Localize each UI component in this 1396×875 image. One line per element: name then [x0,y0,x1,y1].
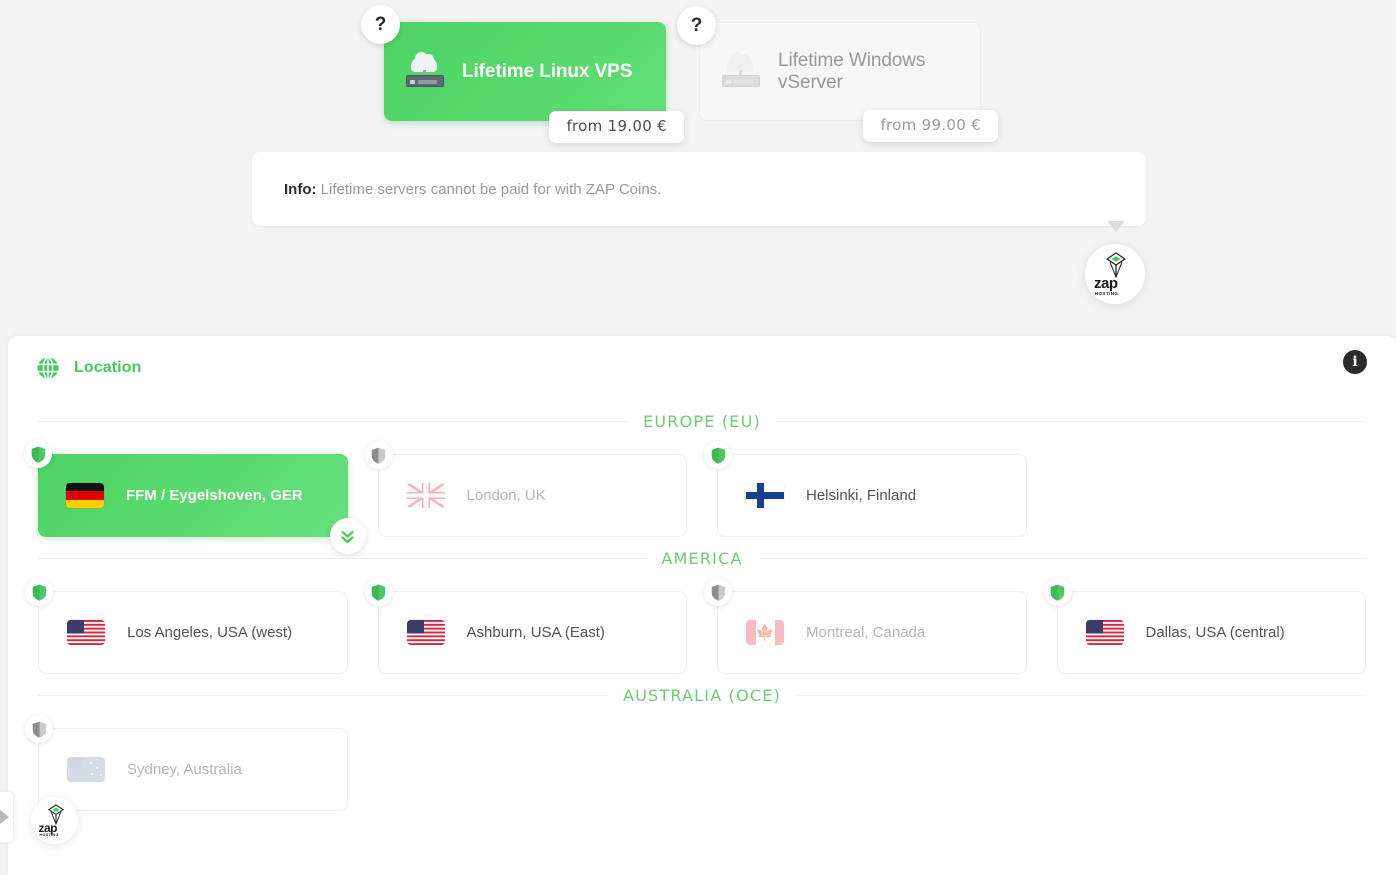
shield-icon [704,441,732,469]
help-icon[interactable]: ? [361,5,400,44]
region-label: EUROPE (EU) [643,411,761,431]
location-name: Sydney, Australia [127,761,242,778]
flag-icon-australia [67,757,105,782]
flag-icon-united-kingdom [406,483,445,508]
product-selection-section: ? Lifetime Linux VPS from 19.00 € ? Life… [0,0,1396,336]
cloud-server-icon [406,51,444,87]
flag-icon-finland [746,483,784,508]
location-panel: Location i EUROPE (EU) FFM / Eygelshoven… [8,336,1396,875]
globe-icon [37,356,59,380]
page-title: Location [74,359,142,376]
zap-subwordmark: HOSTING [1095,290,1119,296]
location-card-montreal-canada[interactable]: 🍁 Montreal, Canada [704,578,1027,674]
location-name: FFM / Eygelshoven, GER [126,487,303,504]
shield-icon [25,578,53,606]
info-banner-pointer-icon [1107,221,1125,232]
flag-icon-united-states [1085,620,1124,645]
info-circle-icon[interactable]: i [1343,350,1367,374]
region-label: AUSTRALIA (OCE) [622,685,782,705]
region-america: AMERICA Los Angeles, USA (west) Ashburn,… [8,537,1396,674]
flag-icon-united-states [67,620,105,645]
location-name: Ashburn, USA (East) [466,624,605,641]
info-banner-message: Lifetime servers cannot be paid for with… [320,180,662,198]
product-card-lifetime-linux-vps[interactable]: ? Lifetime Linux VPS from 19.00 € [361,5,684,143]
info-banner-text: Info: Lifetime servers cannot be paid fo… [284,181,661,198]
shield-icon [1043,578,1072,606]
region-divider: AMERICA [38,537,1366,579]
zap-chat-widget-button[interactable]: zap HOSTING [31,797,78,844]
shield-icon [364,578,393,606]
product-card-row: ? Lifetime Linux VPS from 19.00 € ? Life… [361,5,998,143]
region-europe: EUROPE (EU) FFM / Eygelshoven, GER Londo… [8,400,1396,554]
product-price-tag: from 19.00 € [549,111,684,143]
shield-icon [25,715,53,743]
product-title: Lifetime Linux VPS [462,60,633,82]
shield-icon [364,441,393,469]
cloud-server-icon [722,51,760,87]
location-card-london-uk[interactable]: London, UK [364,441,687,537]
region-divider: EUROPE (EU) [38,400,1367,442]
location-card-ffm-eygelshoven-ger[interactable]: FFM / Eygelshoven, GER [24,440,366,554]
location-name: Montreal, Canada [806,624,926,641]
location-card-ashburn-usa-east[interactable]: Ashburn, USA (East) [364,578,687,674]
region-divider: AUSTRALIA (OCE) [38,674,1366,716]
region-australia: AUSTRALIA (OCE) Sydney, Australia [8,674,1396,811]
help-icon[interactable]: ? [677,6,716,45]
product-card-lifetime-windows-vserver[interactable]: ? Lifetime Windows vServer from 99.00 € [677,6,998,142]
location-card-grid: Los Angeles, USA (west) Ashburn, USA (Ea… [25,578,1366,674]
flag-icon-united-states [406,620,445,645]
region-label: AMERICA [661,548,743,568]
location-card-los-angeles-usa-west[interactable]: Los Angeles, USA (west) [25,578,348,674]
sidebar-expand-tab[interactable] [0,791,14,843]
location-card-dallas-usa-central[interactable]: Dallas, USA (central) [1043,578,1366,674]
location-card-helsinki-finland[interactable]: Helsinki, Finland [704,441,1027,537]
zap-hosting-logo-icon: zap HOSTING [37,803,73,838]
product-price-tag: from 99.00 € [863,110,998,142]
info-banner: Info: Lifetime servers cannot be paid fo… [252,152,1146,226]
location-card-sydney-australia[interactable]: Sydney, Australia [25,715,348,811]
zap-hosting-logo-badge[interactable]: zap HOSTING [1085,244,1145,304]
shield-icon [704,578,732,606]
flag-icon-germany [66,483,104,508]
location-panel-header: Location i [8,336,1396,400]
flag-icon-canada: 🍁 [746,620,784,645]
zap-wordmark: zap [38,820,58,835]
location-name: Los Angeles, USA (west) [127,624,293,641]
info-banner-label: Info: [284,180,317,198]
chevron-right-icon [0,810,9,824]
location-name: London, UK [466,487,546,504]
product-title: Lifetime Windows vServer [778,49,926,93]
zap-hosting-logo-icon: zap HOSTING [1092,252,1138,296]
shield-icon [24,440,52,468]
location-name: Helsinki, Finland [806,487,917,504]
chevron-double-down-icon[interactable] [329,518,366,554]
zap-wordmark: zap [1094,275,1118,292]
zap-subwordmark: HOSTING [39,832,59,837]
location-card-grid: Sydney, Australia [25,715,1366,811]
location-name: Dallas, USA (central) [1145,624,1285,641]
location-card-grid: FFM / Eygelshoven, GER London, UK Helsin… [24,440,1366,554]
